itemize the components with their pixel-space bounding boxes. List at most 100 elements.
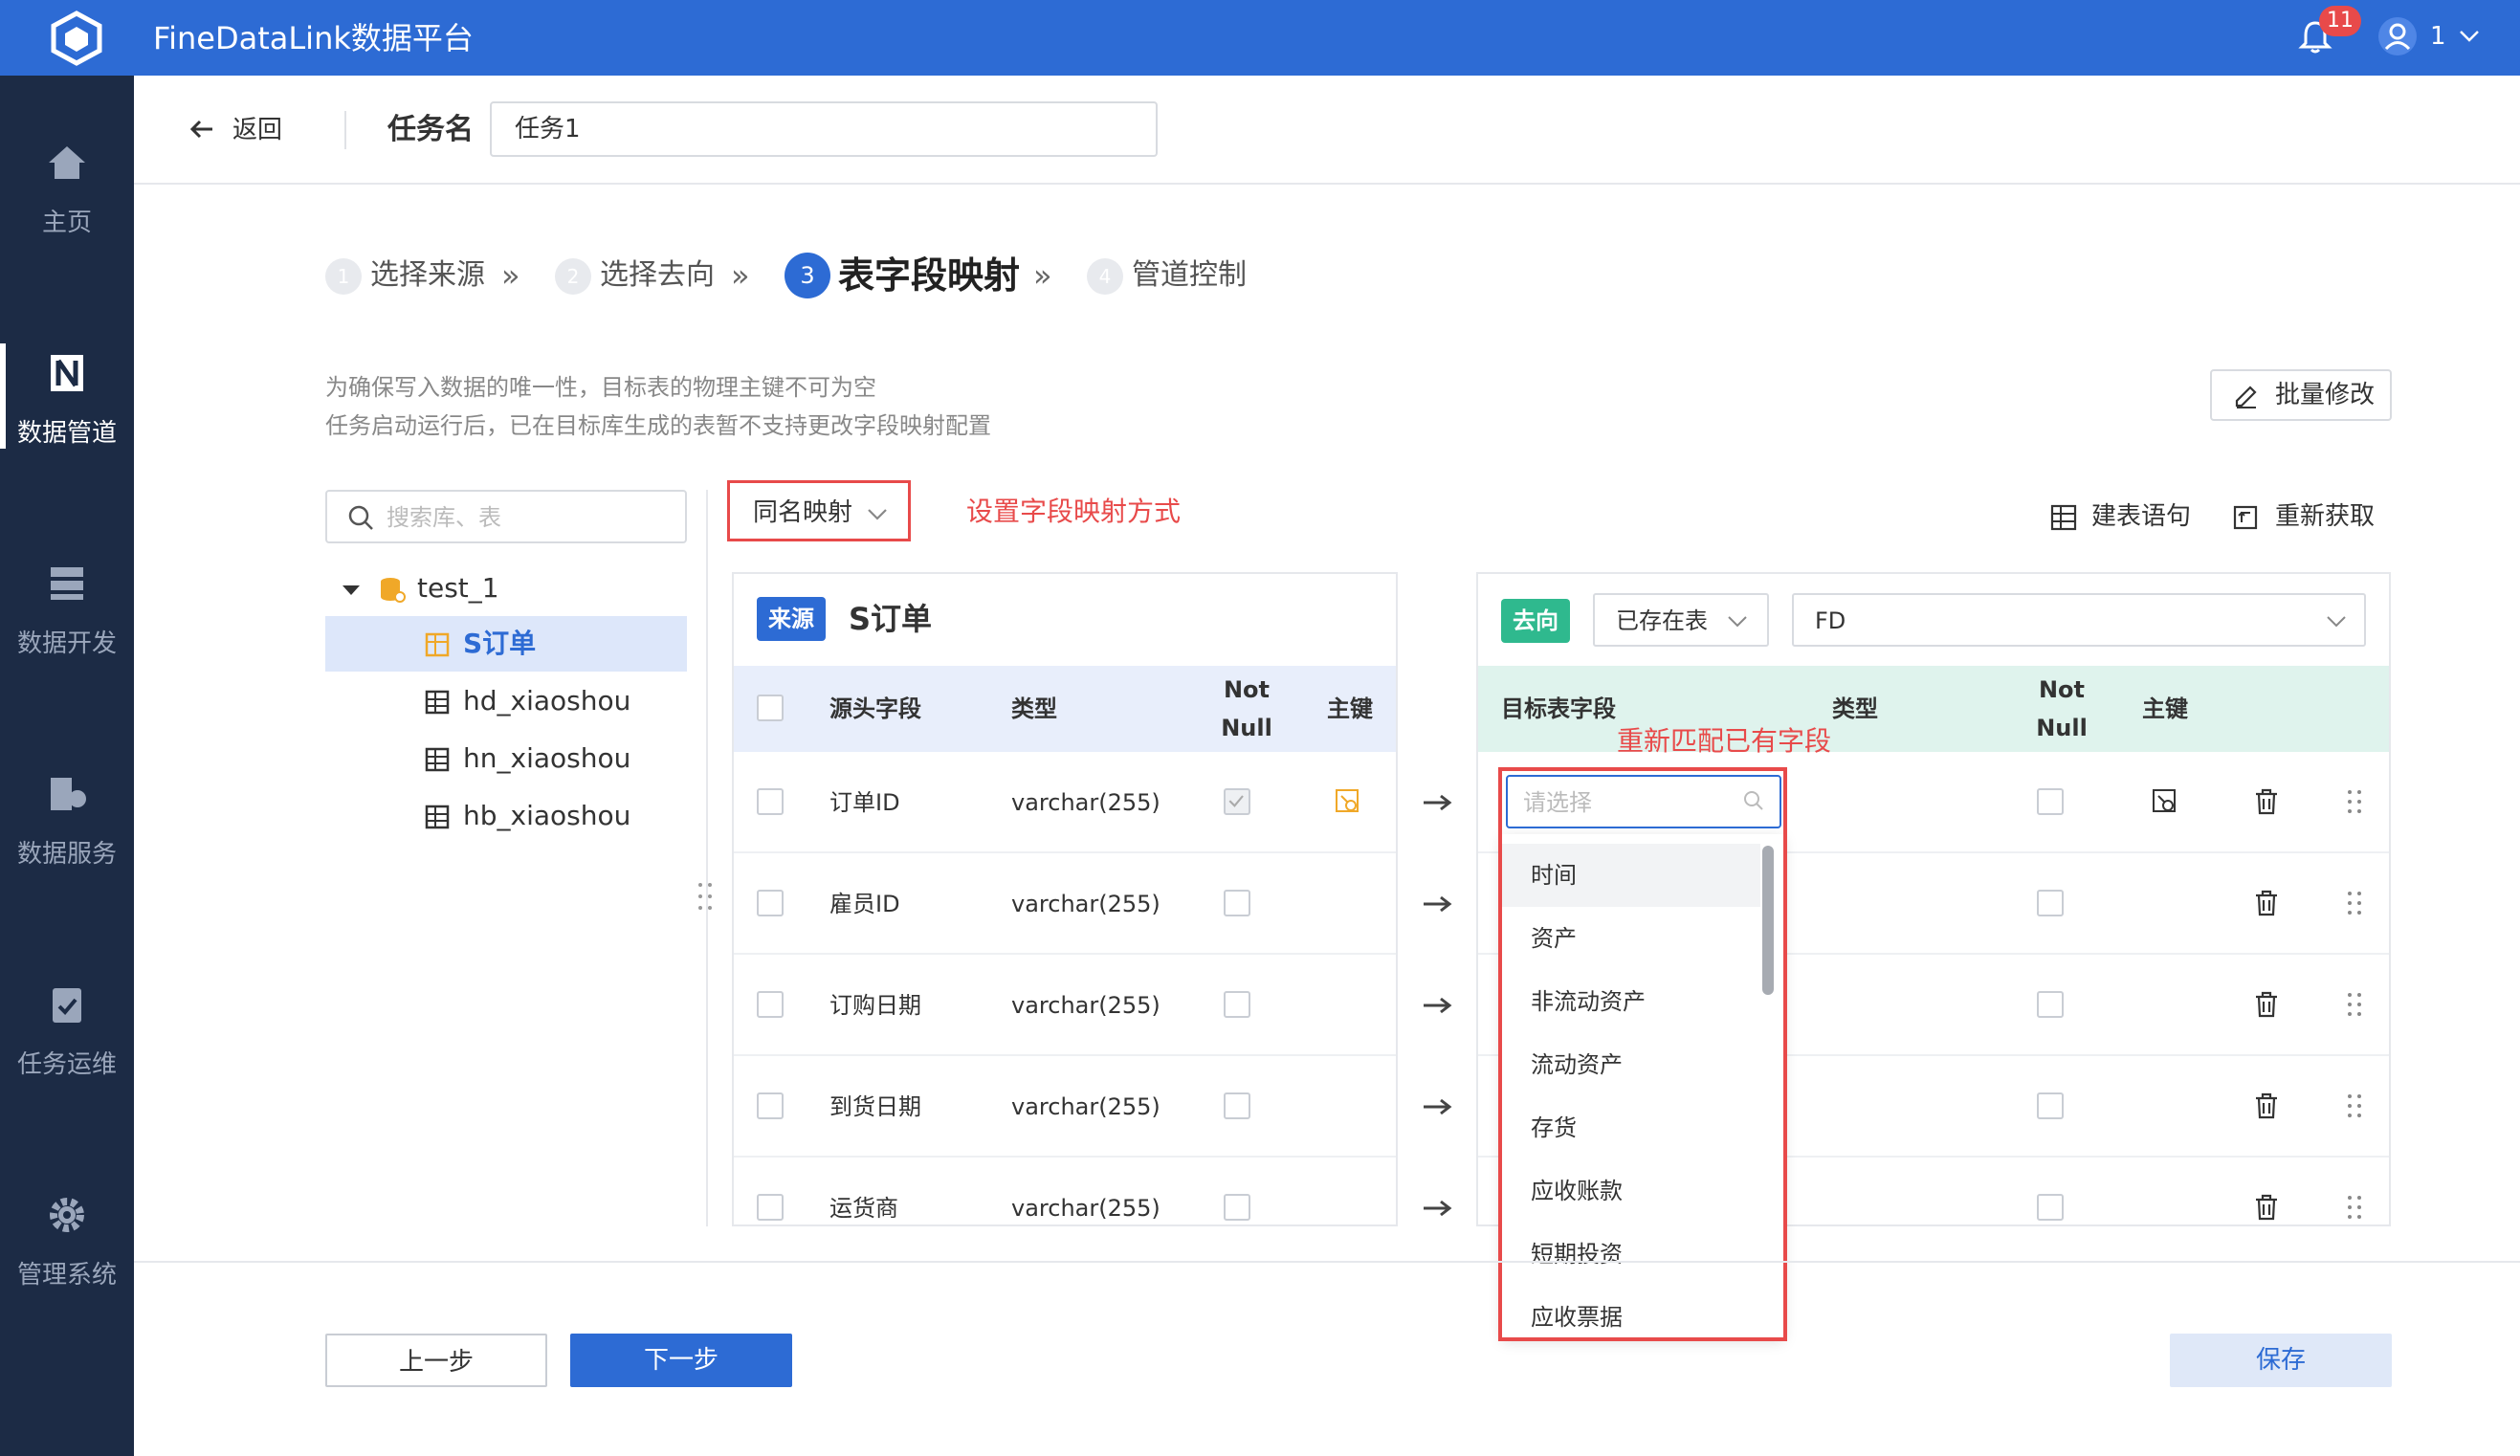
tree-table-label: hd_xiaoshou xyxy=(463,685,631,717)
source-panel: 来源 S订单 源头字段 类型 Not Null 主键 订单ID varchar(… xyxy=(732,572,1398,1226)
chevron-down-icon xyxy=(868,509,887,520)
gear-icon xyxy=(50,1198,84,1232)
not-null-checkbox[interactable] xyxy=(1224,991,1250,1018)
source-field: 到货日期 xyxy=(829,1093,921,1120)
pipeline-icon xyxy=(51,355,83,391)
target-table-mode-value: 已存在表 xyxy=(1616,607,1708,634)
note-mapping-locked: 任务启动运行后，已在目标库生成的表暂不支持更改字段映射配置 xyxy=(325,412,991,439)
step-1-label[interactable]: 选择来源 xyxy=(370,256,485,295)
step-3-number: 3 xyxy=(785,253,830,298)
trash-icon[interactable] xyxy=(2251,888,2282,918)
sidebar-item-admin[interactable]: 管理系统 xyxy=(0,1166,134,1348)
not-null-checkbox[interactable] xyxy=(2037,788,2064,815)
trash-icon[interactable] xyxy=(2251,1192,2282,1223)
target-table-mode-select[interactable]: 已存在表 xyxy=(1593,593,1769,647)
sidebar-item-home[interactable]: 主页 xyxy=(0,114,134,296)
primary-key-icon xyxy=(1336,789,1359,812)
chevron-down-icon xyxy=(2327,616,2346,628)
not-null-checkbox[interactable] xyxy=(2037,890,2064,916)
user-name[interactable]: 1 xyxy=(2430,19,2446,54)
trash-icon[interactable] xyxy=(2251,786,2282,817)
col-not-null-1: Not xyxy=(2038,676,2086,703)
prev-step-label: 上一步 xyxy=(398,1348,474,1377)
sidebar-item-label: 数据开发 xyxy=(16,629,117,658)
task-name-label: 任务名 xyxy=(387,113,474,146)
not-null-checkbox[interactable] xyxy=(1224,890,1250,916)
sidebar-item-pipeline[interactable]: 数据管道 xyxy=(0,324,134,506)
app-title: FineDataLink数据平台 xyxy=(153,20,474,56)
table-grid-icon xyxy=(2050,504,2077,531)
tree-table-s-order[interactable]: S订单 xyxy=(325,616,687,672)
field-type: varchar(255) xyxy=(1011,1093,1161,1120)
prev-step-button[interactable]: 上一步 xyxy=(325,1334,547,1387)
trash-icon[interactable] xyxy=(2251,1091,2282,1121)
row-checkbox[interactable] xyxy=(757,1194,784,1221)
col-not-null-1: Not xyxy=(1223,676,1271,703)
col-type: 类型 xyxy=(1011,695,1057,722)
drag-handle-icon[interactable] xyxy=(695,880,716,913)
sidebar-item-dev[interactable]: 数据开发 xyxy=(0,535,134,717)
step-2-label[interactable]: 选择去向 xyxy=(600,256,715,295)
mapping-mode-select[interactable]: 同名映射 xyxy=(727,480,911,541)
tree-table-label: hn_xiaoshou xyxy=(463,742,631,774)
database-icon xyxy=(381,578,406,603)
drag-handle-icon[interactable] xyxy=(2339,1192,2370,1223)
tree-table-hb-xiaoshou[interactable]: hb_xiaoshou xyxy=(325,788,687,844)
service-icon xyxy=(51,778,86,810)
drag-handle-icon[interactable] xyxy=(2339,1091,2370,1121)
tree-table-hn-xiaoshou[interactable]: hn_xiaoshou xyxy=(325,731,687,786)
mapping-arrow-icon xyxy=(1424,1098,1452,1115)
mapping-mode-annotation: 设置字段映射方式 xyxy=(966,496,1182,527)
target-title-bar: 去向 已存在表 FD xyxy=(1478,574,2389,666)
step-separator: » xyxy=(731,257,750,294)
back-button[interactable]: 返回 xyxy=(232,113,282,147)
not-null-checkbox[interactable] xyxy=(2037,1092,2064,1119)
task-ops-icon xyxy=(53,988,81,1023)
table-icon xyxy=(425,805,450,829)
row-checkbox[interactable] xyxy=(757,991,784,1018)
chevron-down-icon[interactable] xyxy=(2455,21,2484,50)
source-field: 订单ID xyxy=(829,789,900,816)
row-checkbox[interactable] xyxy=(757,788,784,815)
refetch-button[interactable]: 重新获取 xyxy=(2275,499,2375,534)
drag-handle-icon[interactable] xyxy=(2339,888,2370,918)
search-input[interactable]: 搜索库、表 xyxy=(325,490,687,543)
drag-handle-icon[interactable] xyxy=(2339,786,2370,817)
user-avatar[interactable] xyxy=(2378,17,2417,55)
field-type: varchar(255) xyxy=(1011,789,1161,816)
create-table-sql-button[interactable]: 建表语句 xyxy=(2091,499,2191,534)
source-row: 到货日期 varchar(255) xyxy=(734,1056,1396,1158)
header-divider xyxy=(344,111,346,149)
row-checkbox[interactable] xyxy=(757,1092,784,1119)
source-tag: 来源 xyxy=(757,597,826,641)
sidebar-item-task-ops[interactable]: 任务运维 xyxy=(0,956,134,1137)
target-table-select[interactable]: FD xyxy=(1792,593,2366,647)
task-name-input[interactable]: 任务1 xyxy=(490,101,1158,157)
tree-db-test-1[interactable]: test_1 xyxy=(325,561,687,616)
next-step-button[interactable]: 下一步 xyxy=(570,1334,792,1387)
back-arrow-icon[interactable] xyxy=(188,115,216,143)
trash-icon[interactable] xyxy=(2251,989,2282,1020)
col-type: 类型 xyxy=(1832,695,1878,722)
step-3-label[interactable]: 表字段映射 xyxy=(838,253,1020,298)
not-null-checkbox[interactable] xyxy=(2037,1194,2064,1221)
sidebar-item-service[interactable]: 数据服务 xyxy=(0,745,134,927)
select-all-checkbox[interactable] xyxy=(757,695,784,721)
not-null-checkbox[interactable] xyxy=(1224,1092,1250,1119)
sidebar: 主页 数据管道 数据开发 数据服务 任务运维 管理系统 xyxy=(0,76,134,1456)
col-not-null-2: Null xyxy=(2036,715,2088,741)
table-icon xyxy=(425,632,450,657)
save-button[interactable]: 保存 xyxy=(2170,1334,2392,1387)
tree-table-hd-xiaoshou[interactable]: hd_xiaoshou xyxy=(325,673,687,729)
row-checkbox[interactable] xyxy=(757,890,784,916)
primary-key-icon[interactable] xyxy=(2150,786,2180,817)
fdl-logo-icon xyxy=(51,11,102,66)
source-title-bar: 来源 S订单 xyxy=(734,574,1396,666)
batch-edit-button[interactable]: 批量修改 xyxy=(2210,369,2392,421)
not-null-checkbox[interactable] xyxy=(2037,991,2064,1018)
edit-icon xyxy=(2235,386,2257,408)
drag-handle-icon[interactable] xyxy=(2339,989,2370,1020)
footer-divider xyxy=(134,1261,2520,1263)
step-4-label[interactable]: 管道控制 xyxy=(1132,256,1247,295)
not-null-checkbox[interactable] xyxy=(1224,1194,1250,1221)
